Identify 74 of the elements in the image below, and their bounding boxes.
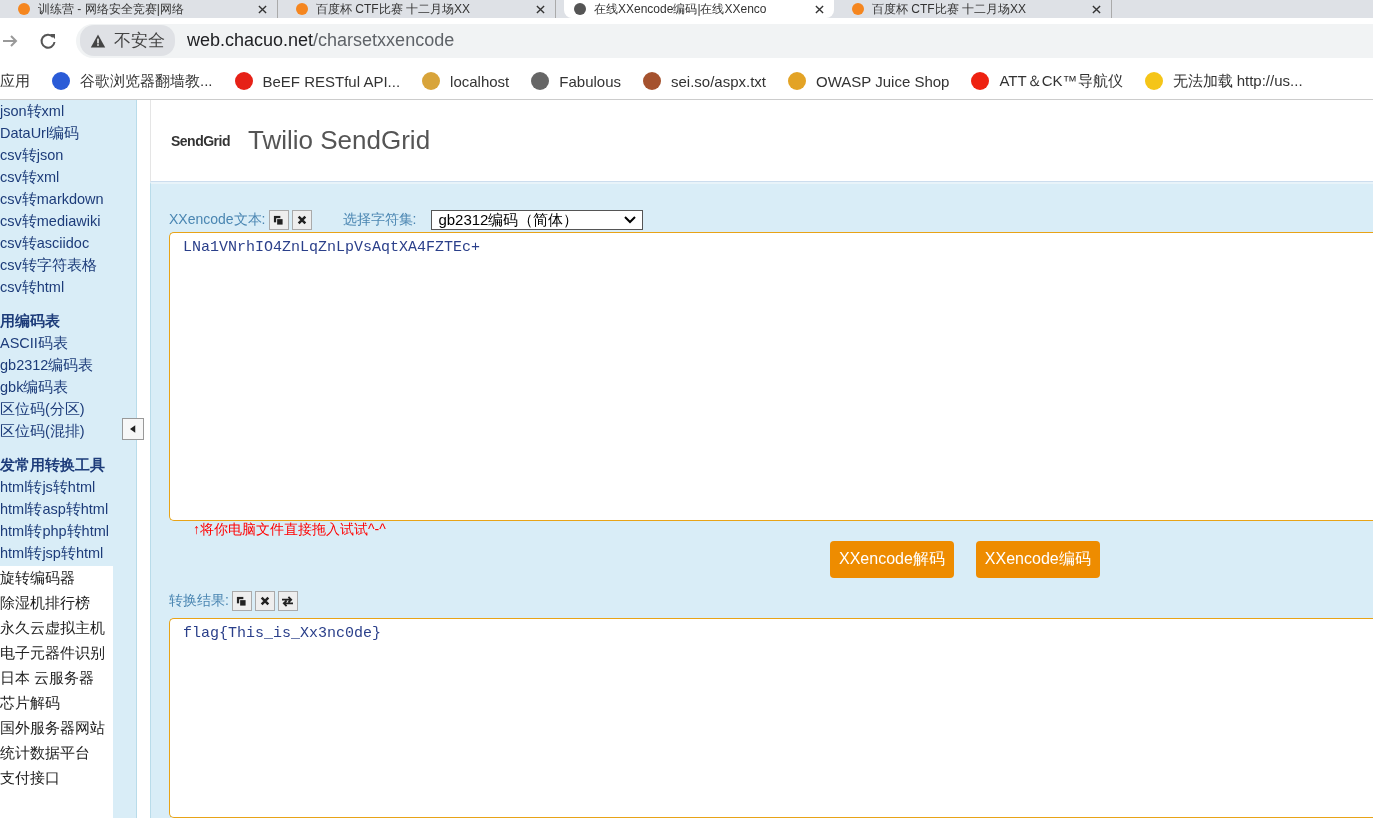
bookmark[interactable]: 无法加载 http://us... <box>1144 71 1303 91</box>
close-icon <box>296 215 307 225</box>
clear-button[interactable] <box>291 210 312 230</box>
close-icon[interactable] <box>536 4 545 14</box>
sidebar-heading: 发常用转换工具 <box>0 456 105 475</box>
ad-link[interactable]: 支付接口 <box>0 766 113 791</box>
sidebar-link[interactable]: 区位码(混排) <box>0 420 85 442</box>
ad-link[interactable]: 电子元器件识别 <box>0 641 113 666</box>
field-label: XXencode文本: <box>169 211 266 229</box>
site-icon <box>852 3 864 15</box>
bookmark[interactable]: BeEF RESTful API... <box>234 72 401 90</box>
sidebar-link[interactable]: html转php转html <box>0 520 109 542</box>
ad-link[interactable]: 旋转编码器 <box>0 566 113 591</box>
sidebar-link[interactable]: 区位码(分区) <box>0 398 85 420</box>
copy-button[interactable] <box>268 210 289 230</box>
close-icon[interactable] <box>815 4 824 14</box>
hint-text: ↑将你电脑文件直接拖入试试^-^ <box>193 521 387 539</box>
sidebar-link[interactable]: csv转html <box>0 276 65 298</box>
sidebar-link[interactable]: csv转字符表格 <box>0 254 97 276</box>
ad-link[interactable]: 统计数据平台 <box>0 741 113 766</box>
swap-icon <box>281 595 295 607</box>
warning-icon <box>90 32 106 49</box>
banner-title: Twilio SendGrid <box>248 125 431 156</box>
field-label: 选择字符集: <box>342 211 417 229</box>
ad-banner[interactable]: SendGrid Twilio SendGrid <box>150 100 1373 182</box>
sidebar-link[interactable]: html转asp转html <box>0 498 109 520</box>
sidebar-heading: 用编码表 <box>0 312 60 331</box>
sidebar-link[interactable]: html转js转html <box>0 476 96 498</box>
ad-link[interactable]: 国外服务器网站 <box>0 716 113 741</box>
charset-select[interactable]: gb2312编码（简体） <box>431 210 644 230</box>
ad-link[interactable]: 日本 云服务器 <box>0 666 113 691</box>
close-icon[interactable] <box>1092 4 1101 14</box>
sidebar-link[interactable]: gb2312编码表 <box>0 354 94 376</box>
sidebar-link[interactable]: csv转mediawiki <box>0 210 101 232</box>
ad-link[interactable]: 除湿机排行榜 <box>0 591 113 616</box>
chevron-icon <box>624 216 637 224</box>
site-icon <box>296 3 308 15</box>
bookmark[interactable]: OWASP Juice Shop <box>788 72 950 90</box>
close-icon <box>259 596 270 606</box>
close-icon[interactable] <box>258 4 267 14</box>
sidebar-link[interactable]: DataUrl编码 <box>0 122 80 144</box>
sidebar-link[interactable]: csv转asciidoc <box>0 232 90 254</box>
ad-link[interactable]: 永久云虚拟主机 <box>0 616 113 641</box>
bookmark[interactable]: 应用 <box>0 71 30 91</box>
sidebar-link[interactable]: gbk编码表 <box>0 376 69 398</box>
clear-button[interactable] <box>254 591 275 611</box>
collapse-button[interactable] <box>122 418 144 440</box>
sidebar-link[interactable]: csv转xml <box>0 166 60 188</box>
bookmark[interactable]: sei.so/aspx.txt <box>643 72 767 90</box>
input-field[interactable]: LNa1VNrhIO4ZnLqZnLpVsAqtXA4FZTEc+ <box>169 232 1373 521</box>
bookmark[interactable]: Fabulous <box>531 72 621 90</box>
bookmark[interactable]: 谷歌浏览器翻墙教... <box>52 71 213 91</box>
browser-tab[interactable]: 在线XXencode编码|在线XXenco <box>564 0 834 18</box>
sidebar-link[interactable]: html转jsp转html <box>0 542 104 564</box>
bookmark[interactable]: ATT＆CK™导航仪 <box>971 71 1123 91</box>
sidebar-link[interactable]: csv转markdown <box>0 188 104 210</box>
url-text: web.chacuo.net/charsetxxencode <box>187 30 455 51</box>
copy-icon <box>273 214 284 226</box>
security-chip[interactable]: 不安全 <box>80 25 175 56</box>
swap-button[interactable] <box>277 591 298 611</box>
ad-link[interactable]: 芯片解码 <box>0 691 113 716</box>
result-field[interactable]: flag{This_is_Xx3nc0de} <box>169 618 1373 818</box>
copy-icon <box>236 595 248 607</box>
collapse-icon <box>130 425 136 433</box>
site-icon <box>18 3 30 15</box>
bookmark[interactable]: localhost <box>422 72 510 90</box>
sendgrid-logo: SendGrid <box>171 132 230 149</box>
field-label: 转换结果: <box>169 592 229 610</box>
sidebar-link[interactable]: csv转json <box>0 144 64 166</box>
sidebar-link[interactable]: json转xml <box>0 100 65 122</box>
copy-button[interactable] <box>231 591 252 611</box>
site-icon <box>574 3 586 15</box>
sidebar-link[interactable]: ASCII码表 <box>0 332 68 354</box>
address-bar[interactable]: 不安全 web.chacuo.net/charsetxxencode <box>76 23 1373 58</box>
